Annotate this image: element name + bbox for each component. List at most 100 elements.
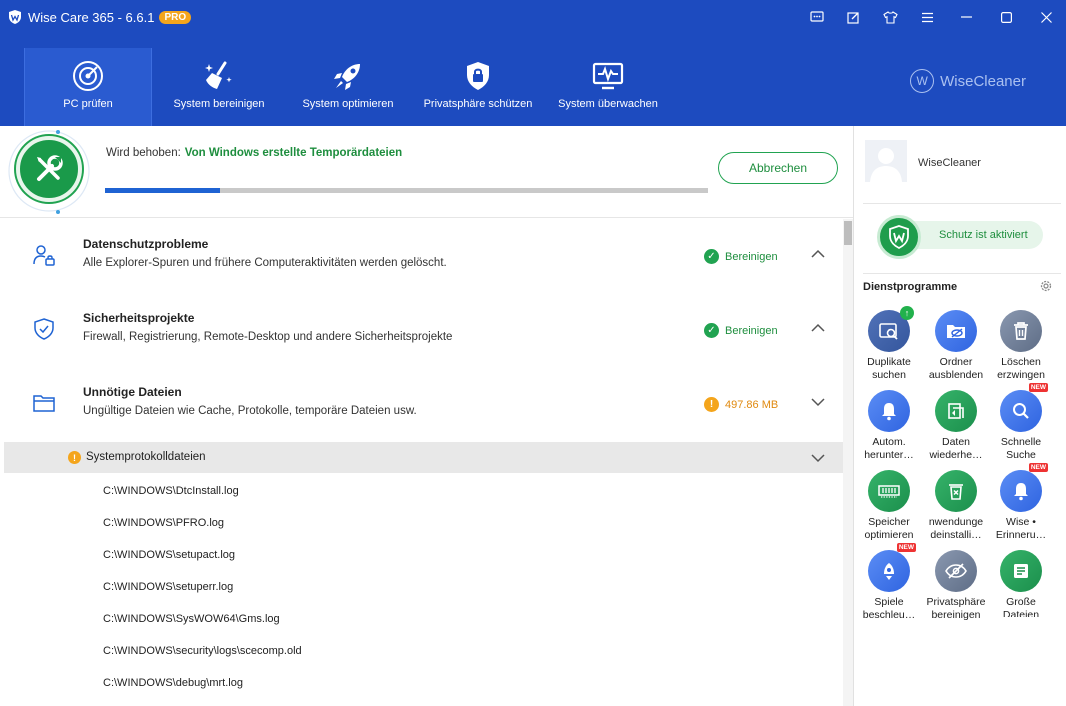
nav-pc-check[interactable]: PC prüfen: [24, 48, 152, 126]
folder-eye-icon: [947, 325, 965, 338]
tool-duplicate-finder[interactable]: ↑ Duplikate suchen: [856, 306, 922, 382]
gear-icon[interactable]: [1039, 279, 1053, 293]
user-silhouette-icon: [865, 140, 907, 182]
shield-check-icon: [34, 318, 54, 340]
chevron-up-icon[interactable]: [811, 249, 825, 259]
edit-button[interactable]: [835, 0, 872, 34]
protection-text: Schutz ist aktiviert: [939, 229, 1028, 241]
wrench-screwdriver-icon: [37, 155, 63, 181]
tool-data-recovery[interactable]: Daten wiederhe…: [923, 390, 989, 462]
new-badge: NEW: [1028, 383, 1048, 392]
category-title: Unnötige Dateien: [83, 385, 182, 399]
recovery-icon: [935, 390, 977, 432]
search-icon: NEW: [1000, 383, 1048, 432]
avatar[interactable]: [865, 140, 907, 182]
file-item[interactable]: C:\WINDOWS\DtcInstall.log: [103, 485, 239, 497]
fix-progress-bar: [105, 188, 708, 193]
restore-file-icon: [948, 403, 964, 419]
user-lock-icon: [33, 245, 55, 266]
tool-hide-folder[interactable]: Ordner ausblenden: [923, 310, 989, 382]
main-nav: PC prüfen System bereinigen System optim…: [0, 34, 1066, 126]
divider: [863, 203, 1061, 204]
menu-button[interactable]: [909, 0, 946, 34]
broom-icon: [205, 61, 232, 89]
duplicate-finder-icon: ↑: [868, 306, 914, 352]
edit-icon: [847, 11, 859, 24]
game-booster-icon: NEW: [868, 543, 916, 592]
fix-progress-card: Wird behoben: Von Windows erstellte Tempo…: [0, 126, 853, 218]
nav-system-optimize[interactable]: System optimieren: [290, 48, 406, 126]
category-status[interactable]: ! 497.86 MB: [704, 397, 778, 412]
trash-can-icon: [1014, 322, 1028, 340]
tool-auto-shutdown[interactable]: Autom. herunter…: [856, 390, 922, 462]
update-arrow-icon: ↑: [900, 306, 914, 320]
side-panel: WiseCleaner Schutz ist aktiviert Dienstp…: [855, 126, 1066, 706]
app-title: Wise Care 365 - 6.6.1: [28, 9, 155, 25]
tool-large-files[interactable]: Große Dateien: [988, 550, 1054, 617]
category-security[interactable]: Sicherheitsprojekte Firewall, Registrier…: [0, 293, 843, 367]
tool-privacy-eraser[interactable]: Privatsphäre bereinigen: [923, 550, 989, 622]
tool-game-booster[interactable]: NEW Spiele beschleu…: [856, 543, 922, 622]
alarm-bell-icon: [882, 403, 896, 421]
new-badge: NEW: [1028, 463, 1048, 472]
tool-force-delete[interactable]: Löschen erzwingen: [988, 310, 1054, 382]
nav-privacy-protect[interactable]: Privatsphäre schützen: [418, 48, 538, 126]
file-item[interactable]: C:\WINDOWS\debug\mrt.log: [103, 677, 243, 689]
tool-wise-reminder[interactable]: NEW Wise • Erinneru…: [988, 463, 1054, 542]
category-status[interactable]: ✓ Bereinigen: [704, 323, 778, 338]
memory-icon: [868, 470, 910, 512]
subgroup-title: Systemprotokolldateien: [86, 451, 206, 463]
chevron-down-icon[interactable]: [811, 453, 825, 463]
file-item[interactable]: C:\WINDOWS\SysWOW64\Gms.log: [103, 613, 280, 625]
file-item[interactable]: C:\WINDOWS\security\logs\scecomp.old: [103, 645, 302, 657]
file-item[interactable]: C:\WINDOWS\setupact.log: [103, 549, 235, 561]
category-desc: Firewall, Registrierung, Remote-Desktop …: [83, 331, 453, 343]
close-button[interactable]: [1026, 0, 1066, 34]
skin-button[interactable]: [872, 0, 909, 34]
tools-title: Dienstprogramme: [863, 281, 958, 293]
new-badge: NEW: [896, 543, 916, 552]
rocket-icon: [334, 64, 360, 90]
feedback-button[interactable]: [798, 0, 835, 34]
wisecleaner-logo-icon: W: [910, 69, 935, 93]
bin-x-icon: [949, 484, 963, 500]
category-status[interactable]: ✓ Bereinigen: [704, 249, 778, 264]
category-junk-files[interactable]: Unnötige Dateien Ungültige Dateien wie C…: [0, 367, 843, 441]
large-files-icon: [1000, 550, 1042, 592]
trash-icon: [1000, 310, 1042, 352]
check-icon: ✓: [704, 249, 719, 264]
subgroup-system-logs[interactable]: ! Systemprotokolldateien: [4, 442, 843, 473]
scrollbar-thumb[interactable]: [844, 221, 852, 245]
fixing-status: Wird behoben: Von Windows erstellte Tempo…: [106, 147, 403, 159]
warning-icon: !: [704, 397, 719, 412]
list-scrollbar[interactable]: [843, 219, 853, 706]
tool-memory-optimizer[interactable]: Speicher optimieren: [856, 470, 922, 542]
category-title: Sicherheitsprojekte: [83, 311, 195, 325]
chevron-up-icon[interactable]: [811, 323, 825, 333]
protection-status[interactable]: Schutz ist aktiviert: [877, 215, 1043, 259]
minimize-button[interactable]: [946, 0, 986, 34]
wisecleaner-brand[interactable]: W WiseCleaner: [910, 69, 1026, 93]
nav-system-monitor[interactable]: System überwachen: [552, 48, 664, 126]
nav-system-clean[interactable]: System bereinigen: [160, 48, 278, 126]
shirt-icon: [883, 10, 898, 24]
tool-app-uninstaller[interactable]: nwendunge deinstalli…: [923, 470, 989, 542]
warning-icon: !: [68, 451, 81, 464]
uninstall-icon: [935, 470, 977, 512]
file-item[interactable]: C:\WINDOWS\PFRO.log: [103, 517, 224, 529]
maximize-button[interactable]: [986, 0, 1026, 34]
file-item[interactable]: C:\WINDOWS\setuperr.log: [103, 581, 233, 593]
fixing-item: Von Windows erstellte Temporärdateien: [184, 147, 403, 159]
rocket-boost-icon: [884, 563, 894, 580]
cancel-button[interactable]: Abbrechen: [718, 152, 838, 184]
category-desc: Alle Explorer-Spuren und frühere Compute…: [83, 257, 447, 269]
chevron-down-icon[interactable]: [811, 397, 825, 407]
tool-fast-search[interactable]: NEW Schnelle Suche: [988, 383, 1054, 462]
pro-badge: PRO: [159, 10, 192, 24]
username[interactable]: WiseCleaner: [918, 157, 981, 169]
hamburger-icon: [922, 12, 933, 22]
category-privacy[interactable]: Datenschutzprobleme Alle Explorer-Spuren…: [0, 219, 843, 293]
title-bar: Wise Care 365 - 6.6.1 PRO: [0, 0, 1066, 34]
shield-w-icon: [889, 225, 909, 249]
ram-chip-icon: [878, 485, 900, 498]
